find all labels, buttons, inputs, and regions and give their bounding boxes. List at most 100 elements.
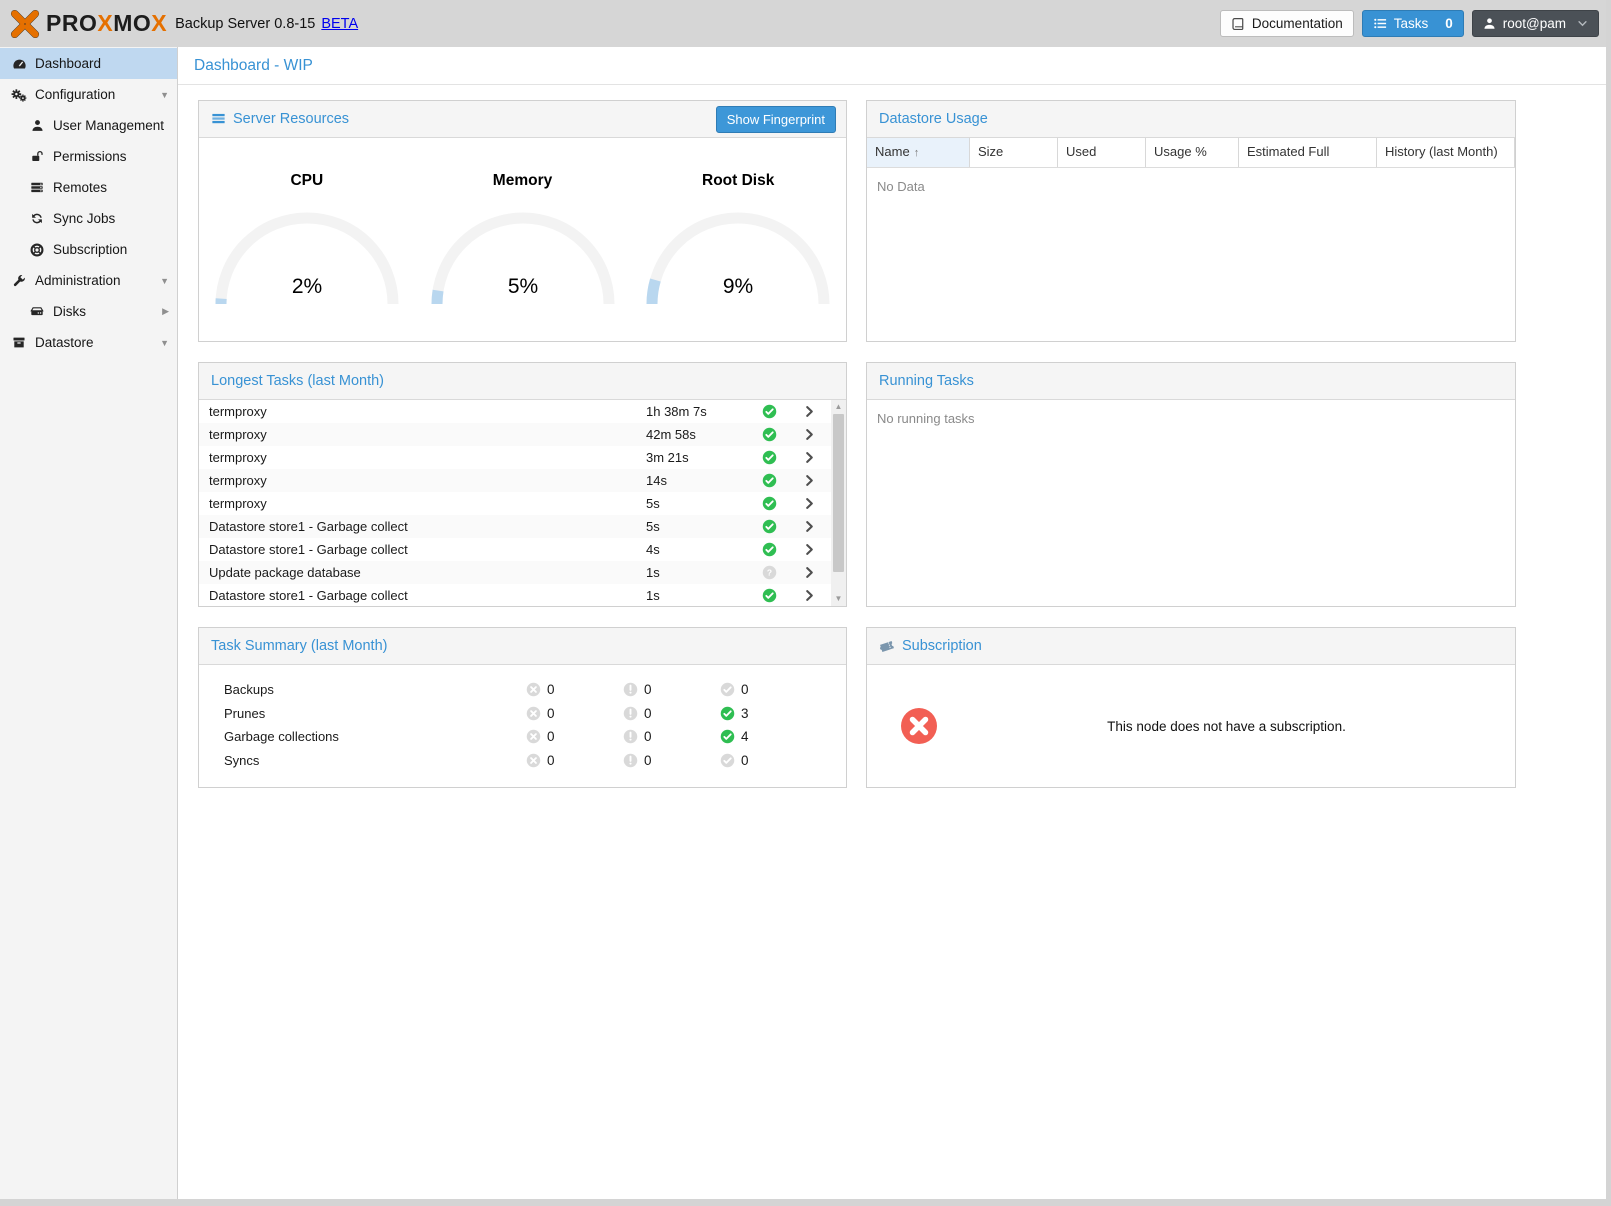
task-row[interactable]: termproxy5s [199, 492, 831, 515]
caret-down-icon[interactable]: ▼ [160, 90, 169, 100]
documentation-button[interactable]: Documentation [1220, 10, 1354, 37]
error-circle-icon [526, 729, 541, 744]
sidebar-item-label: Dashboard [35, 56, 101, 71]
task-open-chevron-icon[interactable] [787, 450, 831, 465]
scroll-down-arrow[interactable]: ▼ [831, 593, 846, 605]
scroll-up-arrow[interactable]: ▲ [831, 401, 846, 413]
summary-row-prunes: Prunes003 [199, 702, 846, 726]
gauge-arc: 5% [428, 204, 618, 310]
datastore-usage-header-row: Name↑SizeUsedUsage %Estimated FullHistor… [867, 138, 1515, 168]
summary-row-syncs: Syncs 0 0 0 [199, 749, 846, 773]
task-row[interactable]: termproxy3m 21s [199, 446, 831, 469]
error-circle-icon [526, 682, 541, 697]
caret-right-icon[interactable]: ▶ [162, 306, 169, 317]
summary-cell-ok: 3 [720, 706, 817, 721]
sidebar-item-disks[interactable]: Disks ▶ [0, 296, 177, 327]
summary-cell-warning: 0 [623, 682, 720, 697]
sidebar-item-user-management[interactable]: User Management [0, 110, 177, 141]
warning-circle-icon [623, 753, 638, 768]
sidebar-item-sync-jobs[interactable]: Sync Jobs [0, 203, 177, 234]
summary-count: 0 [644, 753, 652, 768]
ok-circle-icon [720, 753, 735, 768]
summary-cell-error: 0 [526, 729, 623, 744]
unlock-icon [28, 150, 46, 163]
sidebar-item-configuration[interactable]: Configuration▼ [0, 79, 177, 110]
summary-cell-error: 0 [526, 753, 623, 768]
scrollbar[interactable]: ▲ ▼ [831, 400, 846, 606]
task-open-chevron-icon[interactable] [787, 565, 831, 580]
task-row[interactable]: Update package database1s? [199, 561, 831, 584]
datastore-usage-empty: No Data [867, 168, 1515, 205]
caret-down-icon[interactable]: ▼ [160, 276, 169, 286]
task-row[interactable]: termproxy1h 38m 7s [199, 400, 831, 423]
task-open-chevron-icon[interactable] [787, 542, 831, 557]
tasks-label: Tasks [1394, 16, 1429, 31]
task-name: Datastore store1 - Garbage collect [199, 588, 646, 603]
summary-count: 3 [741, 706, 749, 721]
task-status-ok-icon [751, 519, 787, 534]
task-open-chevron-icon[interactable] [787, 404, 831, 419]
summary-count: 0 [547, 753, 555, 768]
sidebar-item-remotes[interactable]: Remotes [0, 172, 177, 203]
task-status-ok-icon [751, 404, 787, 419]
task-duration: 5s [646, 519, 751, 534]
server-resources-title: Server Resources [233, 111, 349, 127]
summary-count: 0 [741, 753, 749, 768]
column-header-estimated-full[interactable]: Estimated Full [1239, 138, 1377, 167]
summary-cell-ok: 4 [720, 729, 817, 744]
top-bar: PROXMOX Backup Server 0.8-15 BETA Docume… [0, 0, 1611, 47]
panel-subscription: Subscription This node does not have a s… [866, 627, 1516, 788]
summary-row-backups: Backups000 [199, 678, 846, 702]
task-row[interactable]: Datastore store1 - Garbage collect4s [199, 538, 831, 561]
task-open-chevron-icon[interactable] [787, 496, 831, 511]
gauge-value: 9% [723, 275, 753, 298]
panel-task-summary: Task Summary (last Month) Backups000Prun… [198, 627, 847, 788]
task-open-chevron-icon[interactable] [787, 519, 831, 534]
sidebar-item-dashboard[interactable]: Dashboard [0, 48, 177, 79]
sidebar-item-datastore[interactable]: Datastore▼ [0, 327, 177, 358]
proxmox-mark-icon [10, 9, 40, 39]
task-row[interactable]: Datastore store1 - Garbage collect5s [199, 515, 831, 538]
sidebar-item-label: Disks [53, 304, 86, 319]
sidebar-item-subscription[interactable]: Subscription [0, 234, 177, 265]
show-fingerprint-button[interactable]: Show Fingerprint [716, 106, 836, 133]
task-status-ok-icon [751, 588, 787, 603]
task-row[interactable]: termproxy42m 58s [199, 423, 831, 446]
summary-row-garbage-collections: Garbage collections004 [199, 725, 846, 749]
task-open-chevron-icon[interactable] [787, 473, 831, 488]
panel-datastore-usage: Datastore Usage Name↑SizeUsedUsage %Esti… [866, 100, 1516, 342]
sidebar-item-permissions[interactable]: Permissions [0, 141, 177, 172]
task-row[interactable]: Datastore store1 - Garbage collect1s [199, 584, 831, 606]
sidebar-item-administration[interactable]: Administration▼ [0, 265, 177, 296]
task-open-chevron-icon[interactable] [787, 588, 831, 603]
tasks-button[interactable]: Tasks 0 [1362, 10, 1464, 37]
sidebar-item-label: Sync Jobs [53, 211, 115, 226]
beta-link[interactable]: BETA [321, 16, 358, 32]
column-header-size[interactable]: Size [970, 138, 1058, 167]
task-status-ok-icon [751, 496, 787, 511]
wrench-icon [10, 274, 28, 288]
summary-label: Syncs [199, 753, 526, 768]
task-status-ok-icon [751, 427, 787, 442]
summary-cell-warning: 0 [623, 753, 720, 768]
summary-count: 0 [644, 706, 652, 721]
task-row[interactable]: termproxy14s [199, 469, 831, 492]
column-header-history-last-month-[interactable]: History (last Month) [1377, 138, 1515, 167]
tasks-count-badge: 0 [1445, 16, 1453, 31]
column-header-usage-[interactable]: Usage % [1146, 138, 1239, 167]
gauge-root-disk: Root Disk9% [630, 172, 846, 313]
summary-count: 0 [644, 729, 652, 744]
no-subscription-error-icon [900, 707, 938, 745]
summary-label: Prunes [199, 706, 526, 721]
task-name: termproxy [199, 450, 646, 465]
sync-icon [28, 212, 46, 225]
task-open-chevron-icon[interactable] [787, 427, 831, 442]
caret-down-icon[interactable]: ▼ [160, 338, 169, 348]
summary-count: 0 [547, 729, 555, 744]
column-header-name[interactable]: Name↑ [867, 138, 970, 167]
column-header-used[interactable]: Used [1058, 138, 1146, 167]
scrollbar-thumb[interactable] [833, 414, 844, 572]
user-menu-button[interactable]: root@pam [1472, 10, 1599, 37]
summary-cell-ok: 0 [720, 753, 817, 768]
warning-circle-icon [623, 706, 638, 721]
